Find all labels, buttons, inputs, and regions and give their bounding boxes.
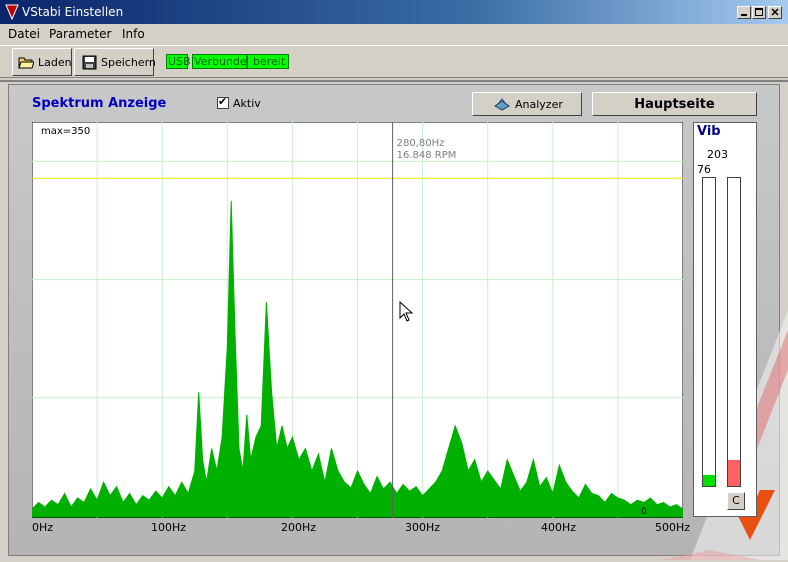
status-usb: USB <box>166 54 191 69</box>
status-connected: Verbunden <box>192 54 254 69</box>
app-icon <box>5 4 19 20</box>
menu-bar <box>0 24 788 44</box>
cursor-frequency: 280,80Hz <box>397 138 445 149</box>
spectrum-svg[interactable]: max=350 280,80Hz 16.848 RPM 0 <box>31 121 684 519</box>
x-tick-label: 400Hz <box>541 521 577 534</box>
x-tick-label: 0Hz <box>32 521 54 534</box>
save-label: Speichern <box>101 56 156 69</box>
status-ready: bereit <box>247 54 289 69</box>
maximize-icon <box>755 8 763 16</box>
window-title: VStabi Einstellen <box>22 5 124 19</box>
analyzer-icon <box>494 98 510 111</box>
save-disk-icon <box>82 55 97 70</box>
vib-bar-right <box>727 177 741 487</box>
spectrum-chart[interactable]: max=350 280,80Hz 16.848 RPM 0 <box>31 121 684 519</box>
load-button[interactable]: Laden <box>12 48 72 76</box>
close-icon <box>771 8 779 16</box>
close-button[interactable] <box>768 6 782 19</box>
vib-left-value: 76 <box>697 163 711 176</box>
menu-parameter[interactable]: Parameter <box>49 27 111 41</box>
home-label: Hauptseite <box>634 97 715 112</box>
analyzer-label: Analyzer <box>515 98 563 111</box>
panel-title: Spektrum Anzeige <box>32 96 167 111</box>
vib-bar-right-fill <box>728 459 740 486</box>
menu-datei[interactable]: Datei <box>8 27 40 41</box>
vib-clear-button[interactable]: C <box>727 492 745 510</box>
max-label: max=350 <box>41 126 90 137</box>
vib-right-value: 203 <box>707 148 728 161</box>
analyzer-button[interactable]: Analyzer <box>472 92 582 116</box>
vib-title: Vib <box>697 124 721 139</box>
minimize-icon <box>741 14 747 16</box>
home-button[interactable]: Hauptseite <box>592 92 757 116</box>
vib-bar-left-fill <box>703 475 715 486</box>
maximize-button[interactable] <box>752 6 766 19</box>
cursor-rpm: 16.848 RPM <box>397 150 457 161</box>
save-button[interactable]: Speichern <box>74 48 156 76</box>
folder-open-icon <box>18 57 34 69</box>
load-label: Laden <box>38 56 72 69</box>
vib-bar-left <box>702 177 716 487</box>
aktiv-checkbox[interactable] <box>217 95 229 109</box>
aktiv-label: Aktiv <box>233 97 261 110</box>
x-tick-label: 300Hz <box>405 521 441 534</box>
minimize-button[interactable] <box>737 6 751 19</box>
x-tick-label: 500Hz <box>655 521 691 534</box>
menu-info[interactable]: Info <box>122 27 145 41</box>
x-tick-label: 200Hz <box>281 521 317 534</box>
zero-label: 0 <box>641 507 647 517</box>
x-tick-label: 100Hz <box>151 521 187 534</box>
